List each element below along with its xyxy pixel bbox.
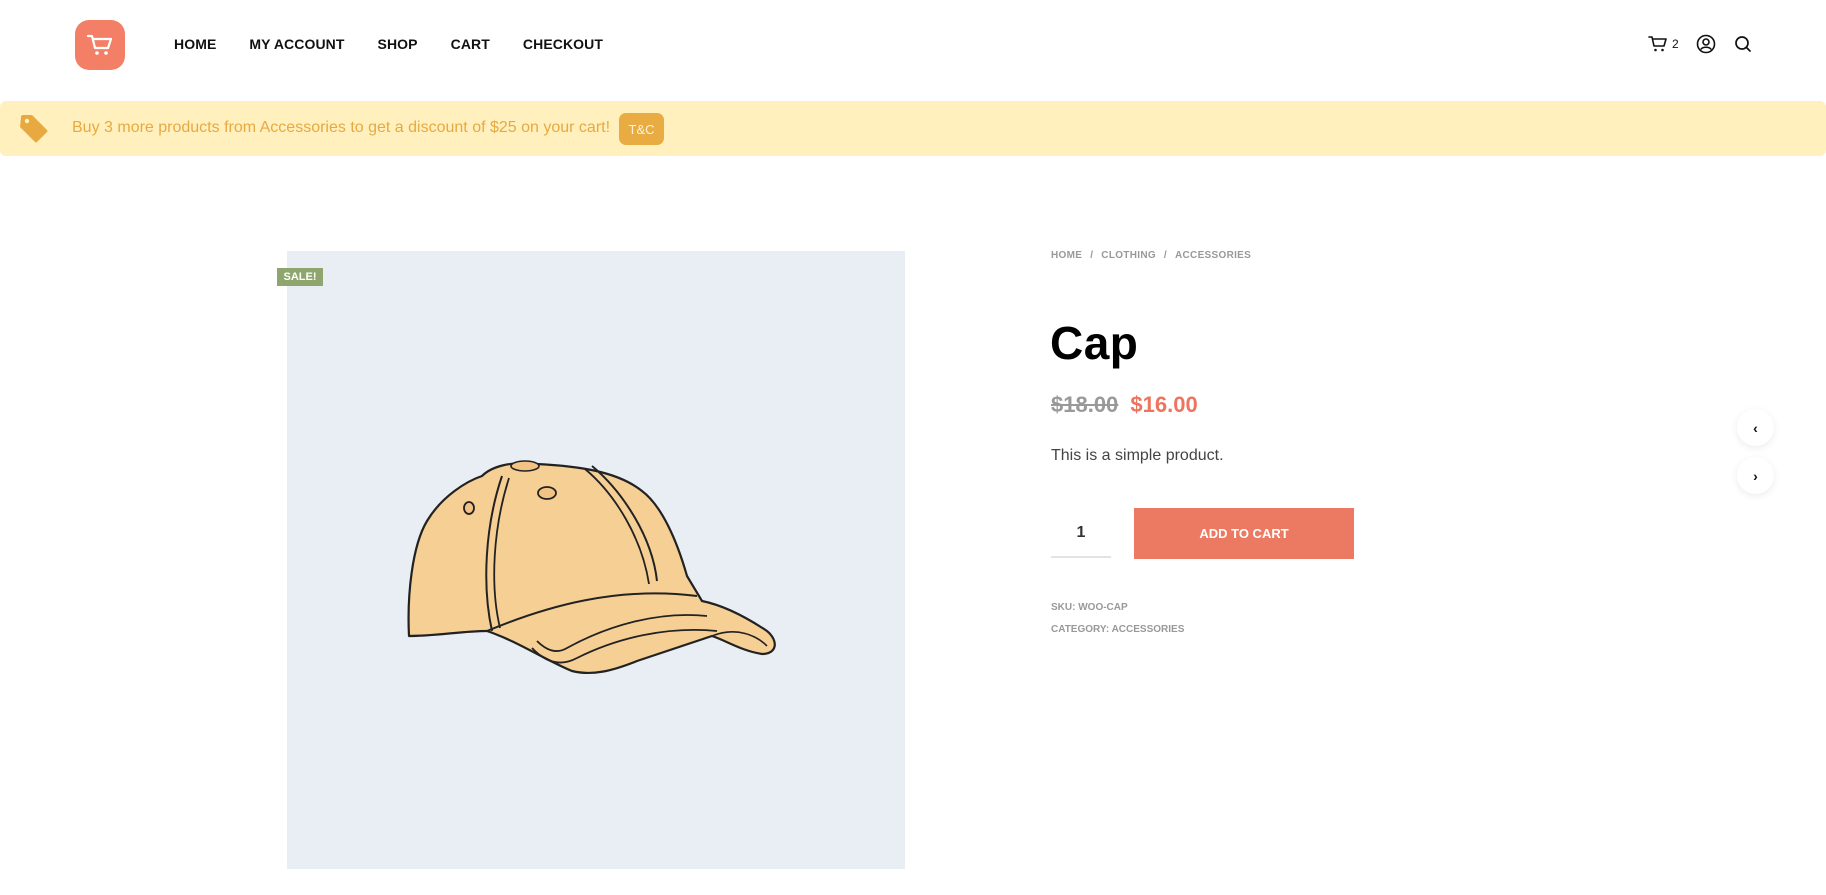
- product-category: CATEGORY: ACCESSORIES: [1051, 624, 1184, 635]
- header-cart-link[interactable]: 2: [1648, 35, 1679, 53]
- add-to-cart-button[interactable]: ADD TO CART: [1134, 508, 1354, 559]
- nav-cart[interactable]: CART: [451, 36, 490, 52]
- notice-text: Buy 3 more products from Accessories to …: [72, 119, 611, 136]
- nav-checkout[interactable]: CHECKOUT: [523, 36, 603, 52]
- nav-home[interactable]: HOME: [174, 36, 216, 52]
- product-sku: SKU: WOO-CAP: [1051, 602, 1128, 613]
- next-product-button[interactable]: ›: [1737, 457, 1774, 494]
- product-price: $18.00 $16.00: [1051, 392, 1198, 418]
- category-link[interactable]: ACCESSORIES: [1112, 624, 1185, 635]
- breadcrumb: HOME / CLOTHING / ACCESSORIES: [1051, 250, 1251, 261]
- category-label: CATEGORY:: [1051, 624, 1110, 635]
- breadcrumb-separator: /: [1163, 250, 1168, 261]
- discount-notice: Buy 3 more products from Accessories to …: [0, 101, 1826, 156]
- search-button[interactable]: [1734, 35, 1752, 53]
- account-button[interactable]: [1696, 34, 1716, 54]
- previous-product-button[interactable]: ‹: [1737, 409, 1774, 446]
- breadcrumb-separator: /: [1090, 250, 1094, 261]
- product-image[interactable]: [287, 251, 905, 869]
- chevron-right-icon: ›: [1753, 467, 1758, 484]
- cart-icon: [1648, 36, 1667, 52]
- sku-label: SKU:: [1051, 602, 1076, 613]
- price-tag-icon: [20, 115, 48, 143]
- breadcrumb-clothing[interactable]: CLOTHING: [1101, 250, 1156, 261]
- shopping-cart-icon: [86, 34, 113, 55]
- site-header: HOME MY ACCOUNT SHOP CART CHECKOUT 2: [0, 0, 1826, 100]
- sku-value: WOO-CAP: [1078, 602, 1128, 613]
- breadcrumb-accessories[interactable]: ACCESSORIES: [1175, 250, 1251, 261]
- site-logo[interactable]: [75, 20, 125, 70]
- cart-count: 2: [1672, 37, 1679, 51]
- cap-image: [407, 460, 776, 675]
- main-nav: HOME MY ACCOUNT SHOP CART CHECKOUT: [174, 36, 636, 52]
- sale-price: $16.00: [1130, 392, 1198, 417]
- header-actions: 2: [1648, 34, 1752, 54]
- nav-shop[interactable]: SHOP: [378, 36, 418, 52]
- account-icon: [1696, 34, 1715, 54]
- product-title: Cap: [1050, 317, 1139, 369]
- nav-my-account[interactable]: MY ACCOUNT: [249, 36, 344, 52]
- breadcrumb-home[interactable]: HOME: [1051, 250, 1082, 261]
- search-icon: [1734, 36, 1751, 52]
- regular-price: $18.00: [1051, 392, 1119, 417]
- sale-badge: SALE!: [277, 268, 323, 286]
- chevron-left-icon: ‹: [1753, 419, 1758, 436]
- quantity-input[interactable]: [1051, 509, 1111, 558]
- product-description: This is a simple product.: [1051, 447, 1224, 464]
- terms-button[interactable]: T&C: [619, 113, 664, 145]
